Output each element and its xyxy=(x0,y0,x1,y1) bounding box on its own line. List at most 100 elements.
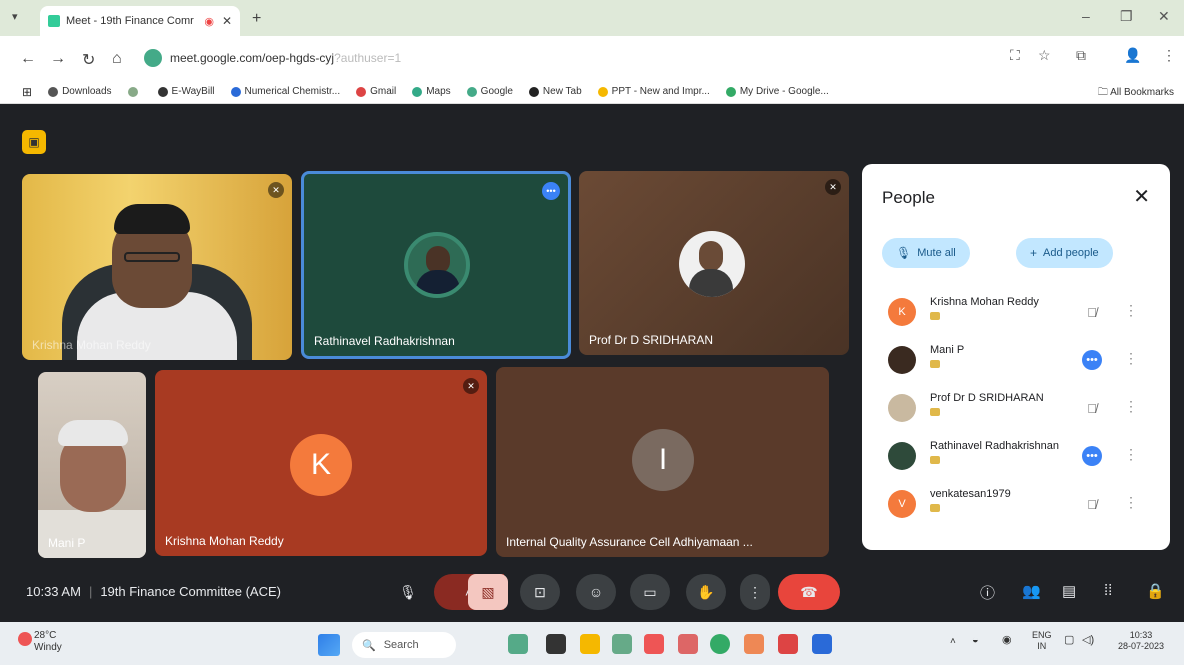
video-tile-sridharan[interactable]: ✕ Prof Dr D SRIDHARAN xyxy=(579,171,849,355)
home-icon[interactable]: ⌂ xyxy=(112,50,122,68)
display-icon[interactable]: ▢ xyxy=(1064,635,1074,646)
extensions-icon[interactable]: ⧉ xyxy=(1076,47,1086,64)
network-icon[interactable]: ◒ xyxy=(972,635,979,646)
mic-muted-icon: ✕ xyxy=(268,182,284,198)
weather-condition: Windy xyxy=(34,642,62,653)
leave-call-button[interactable]: ☎ xyxy=(778,574,840,610)
meeting-activity-icon[interactable]: ▣ xyxy=(22,130,46,154)
profile-icon[interactable]: 👤 xyxy=(1124,47,1141,64)
more-options-icon[interactable]: ⋮ xyxy=(1124,398,1138,415)
maximize-icon[interactable]: ❐ xyxy=(1120,8,1133,25)
present-screen-button[interactable]: ▭ xyxy=(630,574,670,610)
more-options-icon[interactable]: ⋮ xyxy=(1124,446,1138,463)
bookmark-google[interactable]: Google xyxy=(466,86,513,97)
show-hidden-icons-icon[interactable]: ˄ xyxy=(950,636,956,647)
participant-row[interactable]: V venkatesan1979 🎙̸ ⋮ xyxy=(888,484,1150,524)
meeting-time: 10:33 AM xyxy=(26,584,81,599)
bookmark-new-tab[interactable]: New Tab xyxy=(528,86,582,97)
video-tile-mani[interactable]: Mani P xyxy=(38,372,146,558)
taskbar-app-icon[interactable] xyxy=(678,634,698,654)
initial-avatar: I xyxy=(632,429,694,491)
taskbar-app-icon[interactable] xyxy=(546,634,566,654)
bookmark-my-drive[interactable]: My Drive - Google... xyxy=(725,86,829,97)
weather-icon xyxy=(18,632,32,646)
mic-muted-icon[interactable]: 🎙̸ xyxy=(1082,398,1102,418)
bookmark-ewaybill[interactable]: E-WayBill xyxy=(157,86,215,97)
file-explorer-icon[interactable] xyxy=(580,634,600,654)
bookmark-gmail[interactable]: Gmail xyxy=(356,86,396,97)
more-options-button[interactable]: ⋮ xyxy=(740,574,770,610)
apps-grid-icon[interactable]: ⊞ xyxy=(22,85,32,99)
activities-icon[interactable]: ⁞⁞ xyxy=(1104,582,1112,599)
bookmark-ppt[interactable]: PPT - New and Impr... xyxy=(597,86,710,97)
site-info-icon[interactable] xyxy=(144,49,162,67)
browser-tab-meet[interactable]: Meet - 19th Finance Comr ◉ ✕ xyxy=(40,6,240,36)
whatsapp-icon[interactable] xyxy=(710,634,730,654)
windows-start-icon[interactable] xyxy=(318,634,340,656)
translate-icon[interactable]: ⛶ xyxy=(1010,47,1020,64)
menu-kebab-icon[interactable]: ⋮ xyxy=(1162,47,1176,64)
volume-icon[interactable]: ◁) xyxy=(1082,635,1094,646)
participant-row[interactable]: Mani P ••• ⋮ xyxy=(888,340,1150,380)
mic-muted-icon[interactable]: 🎙̸ xyxy=(1082,302,1102,322)
window-close-icon[interactable]: ✕ xyxy=(1158,8,1170,25)
taskbar-app-icon[interactable] xyxy=(508,634,528,654)
captions-button[interactable]: ⊡ xyxy=(520,574,560,610)
reload-icon[interactable]: ↻ xyxy=(82,50,95,70)
mute-all-button[interactable]: 🎙 Mute all xyxy=(882,238,970,268)
raise-hand-button[interactable]: ✋ xyxy=(686,574,726,610)
add-people-button[interactable]: + Add people xyxy=(1016,238,1113,268)
chat-icon[interactable]: ▤ xyxy=(1062,582,1076,600)
more-options-icon[interactable]: ⋮ xyxy=(1124,494,1138,511)
taskbar-search[interactable]: 🔍 Search xyxy=(352,632,456,658)
language-indicator[interactable]: ENG IN xyxy=(1032,630,1052,652)
bookmark-star-icon[interactable]: ☆ xyxy=(1038,47,1051,64)
video-tile-krishna-camera[interactable]: ✕ Krishna Mohan Reddy xyxy=(22,174,292,360)
bookmark-numerical-chemistry[interactable]: Numerical Chemistr... xyxy=(230,86,340,97)
participant-row[interactable]: K Krishna Mohan Reddy 🎙̸ ⋮ xyxy=(888,292,1150,332)
video-shirt xyxy=(38,510,146,558)
weather-widget[interactable]: 28°C Windy xyxy=(18,630,62,654)
new-tab-plus-icon[interactable]: + xyxy=(252,10,261,28)
participant-row[interactable]: Prof Dr D SRIDHARAN 🎙̸ ⋮ xyxy=(888,388,1150,428)
all-bookmarks-link[interactable]: 🗀 All Bookmarks xyxy=(1098,85,1174,102)
participant-name: Rathinavel Radhakrishnan xyxy=(930,440,1060,452)
reactions-button[interactable]: ☺ xyxy=(576,574,616,610)
speaking-indicator-icon[interactable]: ••• xyxy=(1082,446,1102,466)
bookmark-downloads[interactable]: Downloads xyxy=(48,86,112,97)
mic-muted-icon[interactable]: 🎙̸ xyxy=(1082,494,1102,514)
tab-close-icon[interactable]: ✕ xyxy=(222,14,232,28)
camera-toggle-button[interactable]: ▧ xyxy=(468,574,508,610)
google-icon xyxy=(466,86,477,97)
participant-row[interactable]: Rathinavel Radhakrishnan ••• ⋮ xyxy=(888,436,1150,476)
hand-icon: ✋ xyxy=(697,583,715,600)
taskbar-app-icon[interactable] xyxy=(612,634,632,654)
taskbar-app-icon[interactable] xyxy=(744,634,764,654)
system-clock[interactable]: 10:33 28-07-2023 xyxy=(1118,630,1164,652)
chrome-icon[interactable] xyxy=(644,634,664,654)
video-tile-rathinavel[interactable]: ••• Rathinavel Radhakrishnan xyxy=(301,171,571,359)
meeting-details-icon[interactable]: ⓘ xyxy=(980,582,995,603)
tab-search-chevron-icon[interactable]: ▾ xyxy=(12,10,18,23)
people-icon[interactable]: 👥 xyxy=(1022,582,1041,600)
close-panel-icon[interactable]: ✕ xyxy=(1133,184,1150,209)
bookmark-unnamed[interactable] xyxy=(127,86,142,97)
speaking-indicator-icon[interactable]: ••• xyxy=(1082,350,1102,370)
video-tile-krishna-avatar[interactable]: K ✕ Krishna Mohan Reddy xyxy=(155,370,487,556)
location-icon[interactable]: ◉ xyxy=(1002,635,1012,646)
more-options-icon[interactable]: ⋮ xyxy=(1124,350,1138,367)
url-bar[interactable]: meet.google.com/oep-hgds-cyj ?authuser=1 xyxy=(140,45,980,71)
participant-avatar xyxy=(888,394,916,422)
back-arrow-icon[interactable]: ← xyxy=(20,50,36,68)
video-tile-iqac[interactable]: I Internal Quality Assurance Cell Adhiya… xyxy=(496,367,829,557)
microphone-button[interactable]: 🎙 xyxy=(388,574,428,610)
forward-arrow-icon[interactable]: → xyxy=(50,50,66,68)
role-tag-icon xyxy=(930,312,940,320)
more-options-icon[interactable]: ⋮ xyxy=(1124,302,1138,319)
word-icon[interactable] xyxy=(812,634,832,654)
minimize-icon[interactable]: – xyxy=(1082,8,1090,24)
powerpoint-icon[interactable] xyxy=(778,634,798,654)
host-controls-icon[interactable]: 🔒 xyxy=(1146,582,1165,600)
bookmark-maps[interactable]: Maps xyxy=(412,86,451,97)
tile-name-label: Prof Dr D SRIDHARAN xyxy=(589,333,714,347)
